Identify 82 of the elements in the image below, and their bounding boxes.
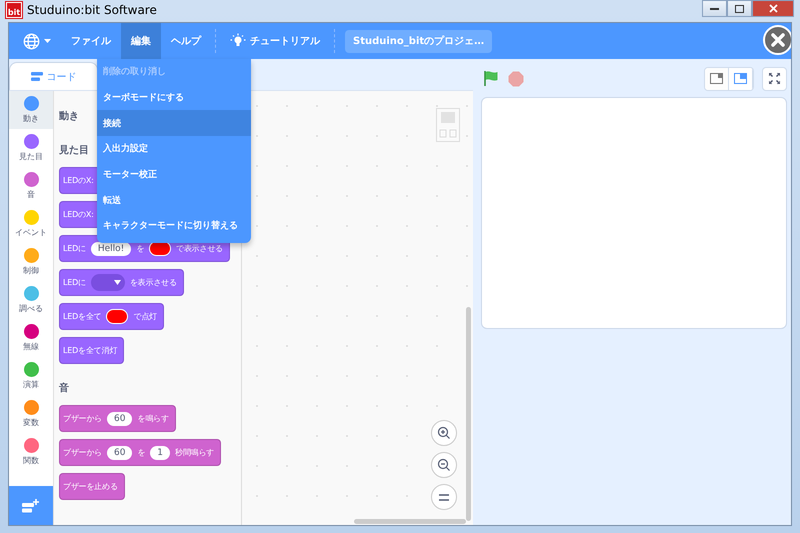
menu-option[interactable]: 転送 xyxy=(97,187,251,214)
block-label: LEDを全て xyxy=(63,311,102,322)
block-label: LEDに xyxy=(63,277,86,288)
caret-icon xyxy=(44,39,51,43)
menu-option[interactable]: ターボモードにする xyxy=(97,84,251,110)
code-block[interactable]: ブザーから 60 を鳴らす xyxy=(59,405,176,432)
layout-icon xyxy=(734,73,747,84)
block-label: LEDに xyxy=(63,243,86,254)
block-input[interactable]: Hello! xyxy=(90,242,132,256)
close-icon xyxy=(771,33,785,47)
block-input[interactable]: 1 xyxy=(150,446,170,460)
code-block[interactable]: LEDに を表示させる xyxy=(59,269,184,296)
app-logo: bit xyxy=(6,2,22,18)
code-block[interactable]: ブザーを止める xyxy=(59,473,125,500)
close-icon xyxy=(768,4,778,13)
block-label: ブザーから xyxy=(63,413,102,424)
color-picker[interactable] xyxy=(106,309,128,324)
category-label: 調べる xyxy=(19,303,43,314)
block-label: LEDのX: xyxy=(63,175,94,186)
block-label: ブザーから xyxy=(63,447,102,458)
category-label: 無線 xyxy=(23,341,39,352)
block-label: 秒間鳴らす xyxy=(175,447,214,458)
window-title: Studuino:bit Software xyxy=(27,3,158,17)
lightbulb-icon xyxy=(230,33,246,49)
block-label: を xyxy=(136,243,144,254)
add-blocks-icon xyxy=(22,498,40,512)
menu-option[interactable]: 入出力設定 xyxy=(97,136,251,162)
block-label: を表示させる xyxy=(130,277,177,288)
minimize-button[interactable] xyxy=(702,0,727,17)
section-heading: 動き xyxy=(59,110,79,124)
vertical-scrollbar[interactable] xyxy=(466,307,471,521)
fullscreen-icon xyxy=(769,73,780,84)
zoom-out-icon xyxy=(437,458,451,472)
menu-item[interactable]: ヘルプ xyxy=(161,23,211,59)
category-label: 演算 xyxy=(23,379,39,390)
menu-option[interactable]: 接続 xyxy=(97,110,251,136)
block-input[interactable]: 60 xyxy=(107,412,132,426)
menu-item[interactable]: ファイル xyxy=(61,23,121,59)
block-label: を xyxy=(137,447,146,458)
category-label: 音 xyxy=(27,189,35,200)
category-label: 見た目 xyxy=(19,151,43,162)
block-label: を鳴らす xyxy=(137,413,169,424)
menu-option[interactable]: モーター校正 xyxy=(97,162,251,188)
close-button[interactable] xyxy=(752,0,794,17)
menu-item[interactable]: 編集 xyxy=(121,23,161,59)
category-item[interactable]: 動き xyxy=(9,91,53,129)
zoom-in-button[interactable] xyxy=(431,420,457,446)
block-label: LEDのX: xyxy=(63,209,94,220)
flag-icon[interactable] xyxy=(483,70,500,87)
code-block[interactable]: LEDを全て消灯 xyxy=(59,337,124,364)
maximize-icon xyxy=(735,4,744,12)
globe-icon xyxy=(23,32,40,50)
block-label: で点灯 xyxy=(133,311,157,322)
section-heading: 見た目 xyxy=(59,144,89,158)
zoom-reset-button[interactable] xyxy=(431,484,457,510)
caret-icon xyxy=(114,280,121,285)
blocks-icon xyxy=(30,72,42,81)
fullscreen-button[interactable] xyxy=(762,66,787,90)
add-extension-button[interactable] xyxy=(9,486,53,525)
category-label: 変数 xyxy=(23,417,39,428)
block-label: LEDを全て消灯 xyxy=(63,345,118,356)
block-label: ブザーを止める xyxy=(63,481,118,492)
block-input[interactable]: 60 xyxy=(107,446,132,460)
equals-icon xyxy=(439,494,449,500)
maximize-button[interactable] xyxy=(727,0,752,17)
tutorial-button[interactable]: チュートリアル xyxy=(220,23,330,59)
zoom-out-button[interactable] xyxy=(431,452,457,478)
minimize-icon xyxy=(710,7,719,10)
small-stage-button[interactable] xyxy=(705,68,729,90)
block-label: で表示させる xyxy=(176,243,223,254)
code-tab[interactable]: コード xyxy=(9,62,98,90)
section-heading: 音 xyxy=(59,381,69,396)
zoom-in-icon xyxy=(437,426,451,440)
matrix-dropdown[interactable] xyxy=(90,274,125,291)
code-block[interactable]: ブザーから 60 を 1 秒間鳴らす xyxy=(59,439,222,466)
code-block[interactable]: LEDを全て で点灯 xyxy=(59,303,164,330)
category-label: イベント xyxy=(15,227,47,238)
horizontal-scrollbar[interactable] xyxy=(354,519,466,524)
layout-icon xyxy=(710,73,723,84)
category-label: 制御 xyxy=(23,265,39,276)
category-label: 関数 xyxy=(23,455,39,466)
category-label: 動き xyxy=(23,113,39,124)
